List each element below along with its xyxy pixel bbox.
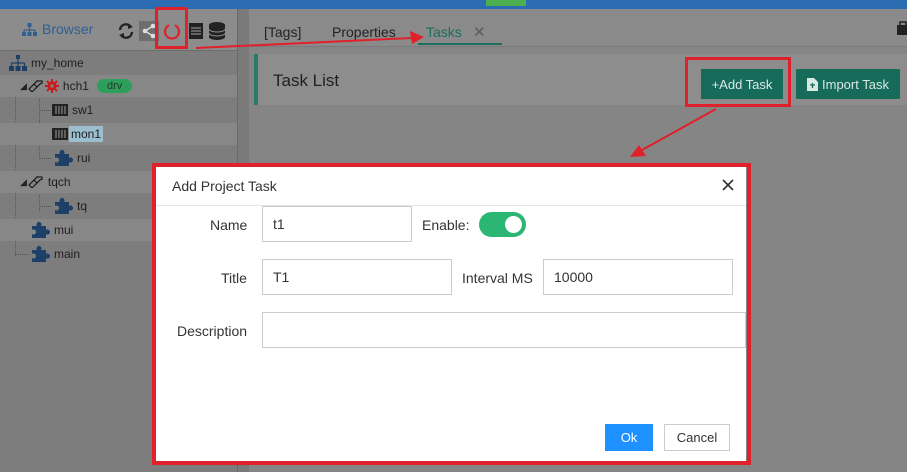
tree-node-label: tq bbox=[77, 199, 88, 213]
puzzle-icon bbox=[32, 222, 50, 238]
module-icon bbox=[52, 104, 68, 116]
list-icon bbox=[189, 23, 203, 39]
plug-icon bbox=[28, 80, 43, 92]
database-button[interactable] bbox=[207, 21, 227, 41]
file-import-icon bbox=[807, 77, 819, 91]
tab-tasks[interactable]: Tasks bbox=[426, 24, 462, 40]
tree-node-label: rui bbox=[77, 151, 91, 165]
refresh-button[interactable] bbox=[116, 21, 136, 41]
annotation-box-add-task bbox=[685, 57, 791, 107]
hierarchy-icon bbox=[22, 22, 37, 36]
module-icon bbox=[52, 128, 68, 140]
tree-node-label: tqch bbox=[47, 175, 71, 189]
browser-header: Browser bbox=[0, 9, 237, 51]
database-icon bbox=[208, 22, 226, 40]
briefcase-icon[interactable] bbox=[897, 21, 907, 35]
active-tab-indicator bbox=[418, 43, 502, 45]
tab-properties[interactable]: Properties bbox=[332, 24, 396, 40]
tree-node-label: my_home bbox=[31, 56, 84, 70]
close-tab-icon[interactable]: ✕ bbox=[473, 23, 486, 41]
tab-tags[interactable]: [Tags] bbox=[264, 24, 301, 40]
driver-badge: drv bbox=[96, 79, 133, 93]
tree-node-label: main bbox=[54, 247, 81, 261]
tree-node-hch1[interactable]: ◢ hch1 drv bbox=[0, 75, 237, 97]
annotation-box-power bbox=[155, 7, 188, 49]
annotation-box-dialog bbox=[152, 163, 751, 465]
tab-bar: [Tags] Properties Tasks ✕ bbox=[249, 9, 907, 47]
tree-node-my-home[interactable]: my_home bbox=[0, 52, 237, 74]
puzzle-icon bbox=[32, 246, 50, 262]
tree-node-label: mui bbox=[54, 223, 74, 237]
browser-tab-label: Browser bbox=[42, 21, 94, 37]
tree-node-label: sw1 bbox=[72, 103, 94, 117]
top-bar-run-indicator bbox=[486, 0, 526, 6]
task-list-title: Task List bbox=[273, 71, 340, 90]
tree-node-label: hch1 bbox=[62, 79, 89, 93]
puzzle-icon bbox=[55, 198, 73, 214]
tree-node-label: mon1 bbox=[69, 126, 104, 142]
tree-node-mon1[interactable]: mon1 bbox=[0, 123, 237, 145]
refresh-icon bbox=[118, 23, 134, 39]
collapse-arrow-icon: ◢ bbox=[20, 80, 27, 91]
collapse-arrow-icon: ◢ bbox=[20, 176, 27, 187]
tree-node-sw1[interactable]: sw1 bbox=[0, 99, 237, 121]
puzzle-icon bbox=[55, 150, 73, 166]
top-bar bbox=[0, 0, 907, 9]
gear-icon bbox=[44, 79, 59, 93]
import-task-button[interactable]: Import Task bbox=[796, 69, 900, 99]
hierarchy-icon bbox=[9, 55, 27, 71]
import-task-label: Import Task bbox=[822, 76, 889, 92]
browser-tab[interactable]: Browser bbox=[22, 21, 93, 37]
plug-icon bbox=[28, 176, 43, 188]
list-button[interactable] bbox=[186, 21, 206, 41]
